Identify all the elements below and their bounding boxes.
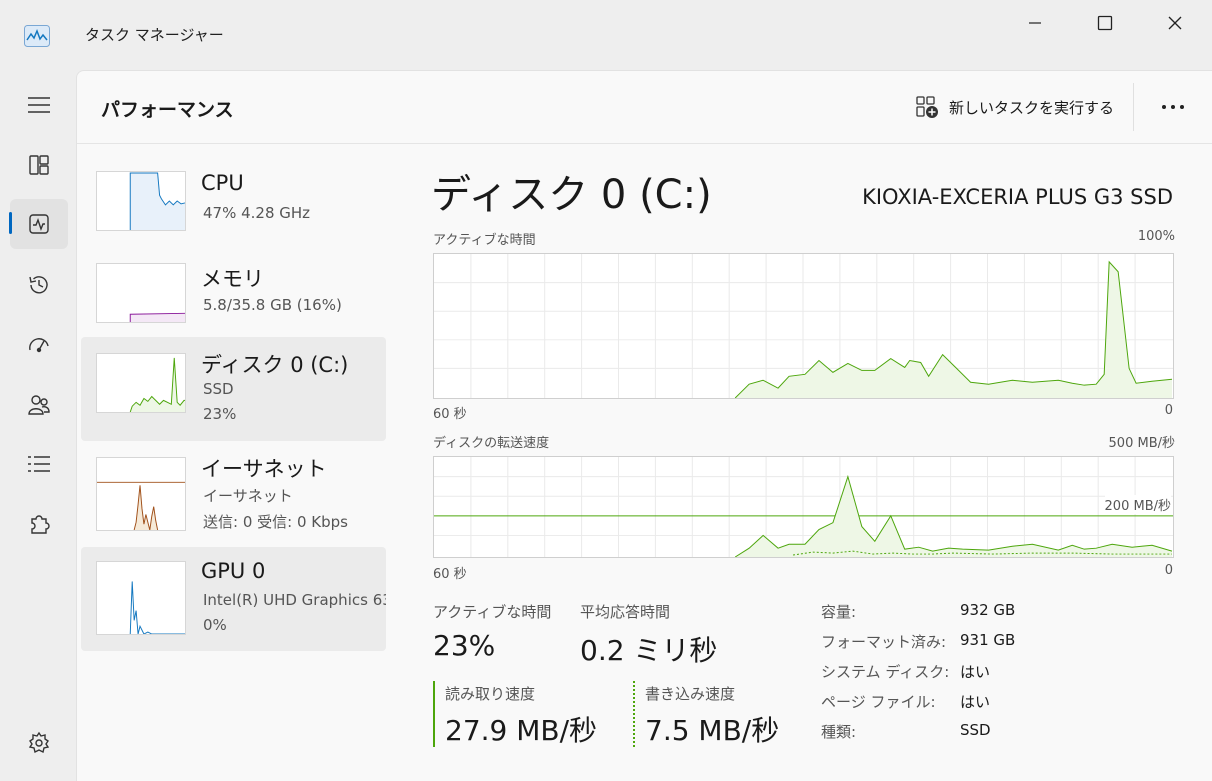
disk-model: KIOXIA-EXCERIA PLUS G3 SSD bbox=[862, 185, 1173, 209]
content-pane: パフォーマンス 新しいタスクを実行する CPU 47% 4.28 GHz メモリ… bbox=[76, 70, 1212, 781]
active-time-stat-value: 23% bbox=[433, 629, 496, 662]
resource-tile-cpu[interactable]: CPU 47% 4.28 GHz bbox=[81, 159, 386, 263]
nav-performance[interactable] bbox=[10, 199, 68, 249]
property-value-capacity: 932 GB bbox=[960, 601, 1016, 619]
read-speed-indicator bbox=[433, 681, 435, 747]
nav-app-history[interactable] bbox=[10, 260, 68, 310]
disk-title: ディスク 0 (C:) bbox=[431, 172, 712, 218]
resource-stat: Intel(R) UHD Graphics 630 bbox=[203, 591, 386, 609]
resource-tile-ethernet[interactable]: イーサネット イーサネット 送信: 0 受信: 0 Kbps bbox=[81, 443, 386, 547]
response-time-stat-value: 0.2 ミリ秒 bbox=[580, 634, 718, 667]
active-time-graph-max: 100% bbox=[1137, 229, 1175, 244]
minimize-icon bbox=[1029, 22, 1041, 24]
write-speed-value: 7.5 MB/秒 bbox=[645, 714, 780, 747]
transfer-rate-graph-label: ディスクの転送速度 bbox=[433, 436, 550, 451]
resource-tile-gpu[interactable]: GPU 0 Intel(R) UHD Graphics 630 0% bbox=[81, 547, 386, 651]
resource-name: CPU bbox=[201, 171, 244, 195]
property-value-system-disk: はい bbox=[960, 663, 991, 681]
more-options-icon bbox=[1162, 105, 1184, 109]
resource-stat: 5.8/35.8 GB (16%) bbox=[203, 296, 342, 314]
property-value-page-file: はい bbox=[960, 693, 991, 711]
processes-icon bbox=[29, 155, 49, 175]
property-label-page-file: ページ ファイル: bbox=[821, 693, 936, 711]
resource-stat: イーサネット bbox=[203, 487, 293, 505]
maximize-icon bbox=[1097, 15, 1113, 31]
maximize-button[interactable] bbox=[1076, 4, 1134, 42]
nav-settings[interactable] bbox=[10, 718, 68, 768]
resource-name: ディスク 0 (C:) bbox=[201, 353, 349, 377]
cpu-thumbnail-graph bbox=[96, 171, 186, 231]
property-value-type: SSD bbox=[960, 721, 991, 739]
property-label-system-disk: システム ディスク: bbox=[821, 663, 950, 681]
window-title: タスク マネージャー bbox=[85, 26, 224, 44]
memory-thumbnail-graph bbox=[96, 263, 186, 323]
page-header: パフォーマンス 新しいタスクを実行する bbox=[77, 71, 1212, 144]
active-time-graph-time-left: 60 秒 bbox=[433, 407, 467, 422]
nav-details[interactable] bbox=[10, 439, 68, 489]
active-time-graph bbox=[433, 253, 1174, 399]
history-icon bbox=[29, 276, 48, 294]
run-task-icon bbox=[916, 96, 938, 118]
minimize-button[interactable] bbox=[1006, 4, 1064, 42]
startup-gauge-icon bbox=[29, 338, 49, 353]
resource-tile-disk[interactable]: ディスク 0 (C:) SSD 23% bbox=[81, 337, 386, 441]
read-speed-value: 27.9 MB/秒 bbox=[445, 714, 598, 747]
write-speed-label: 書き込み速度 bbox=[645, 685, 736, 703]
hamburger-icon bbox=[28, 97, 50, 113]
transfer-rate-graph-time-left: 60 秒 bbox=[433, 567, 467, 582]
response-time-stat-label: 平均応答時間 bbox=[580, 603, 671, 621]
resource-stat: SSD bbox=[203, 380, 234, 398]
resource-name: メモリ bbox=[201, 267, 264, 291]
write-speed-indicator bbox=[633, 681, 635, 747]
gear-icon bbox=[28, 731, 50, 754]
transfer-rate-graph bbox=[433, 456, 1174, 558]
property-value-formatted: 931 GB bbox=[960, 631, 1016, 649]
services-puzzle-icon bbox=[31, 515, 50, 534]
property-label-type: 種類: bbox=[821, 723, 857, 741]
header-separator bbox=[1133, 83, 1134, 131]
resource-stat: 0% bbox=[203, 616, 227, 634]
resource-name: GPU 0 bbox=[201, 559, 266, 583]
active-time-graph-time-right: 0 bbox=[1164, 403, 1173, 418]
nav-services[interactable] bbox=[10, 499, 68, 549]
transfer-rate-graph-mid: 200 MB/秒 bbox=[1104, 495, 1171, 514]
transfer-rate-graph-time-right: 0 bbox=[1164, 563, 1173, 578]
transfer-rate-graph-max: 500 MB/秒 bbox=[1108, 436, 1175, 451]
hamburger-menu-button[interactable] bbox=[10, 80, 68, 130]
users-icon bbox=[28, 395, 50, 415]
resource-name: イーサネット bbox=[201, 457, 327, 481]
performance-icon bbox=[29, 214, 49, 234]
gpu-thumbnail-graph bbox=[96, 561, 186, 635]
run-new-task-label: 新しいタスクを実行する bbox=[949, 98, 1115, 117]
active-time-graph-label: アクティブな時間 bbox=[433, 233, 536, 248]
resource-stat: 送信: 0 受信: 0 Kbps bbox=[203, 513, 348, 531]
task-manager-app-icon bbox=[24, 25, 50, 47]
resource-stat: 23% bbox=[203, 405, 237, 423]
property-label-formatted: フォーマット済み: bbox=[821, 633, 947, 651]
disk-thumbnail-graph bbox=[96, 353, 186, 413]
more-options-button[interactable] bbox=[1153, 91, 1193, 123]
nav-processes[interactable] bbox=[10, 140, 68, 190]
nav-startup-apps[interactable] bbox=[10, 320, 68, 370]
nav-active-indicator bbox=[9, 212, 12, 234]
nav-users[interactable] bbox=[10, 380, 68, 430]
page-title: パフォーマンス bbox=[101, 99, 234, 121]
ethernet-thumbnail-graph bbox=[96, 457, 186, 531]
close-icon bbox=[1168, 16, 1182, 30]
disk-detail-panel: ディスク 0 (C:) KIOXIA-EXCERIA PLUS G3 SSD ア… bbox=[431, 143, 1181, 781]
run-new-task-button[interactable]: 新しいタスクを実行する bbox=[909, 89, 1120, 125]
details-list-icon bbox=[28, 456, 50, 472]
resource-stat: 47% 4.28 GHz bbox=[203, 204, 311, 222]
property-label-capacity: 容量: bbox=[821, 603, 857, 621]
close-button[interactable] bbox=[1146, 4, 1204, 42]
read-speed-label: 読み取り速度 bbox=[445, 685, 536, 703]
active-time-stat-label: アクティブな時間 bbox=[433, 603, 552, 621]
